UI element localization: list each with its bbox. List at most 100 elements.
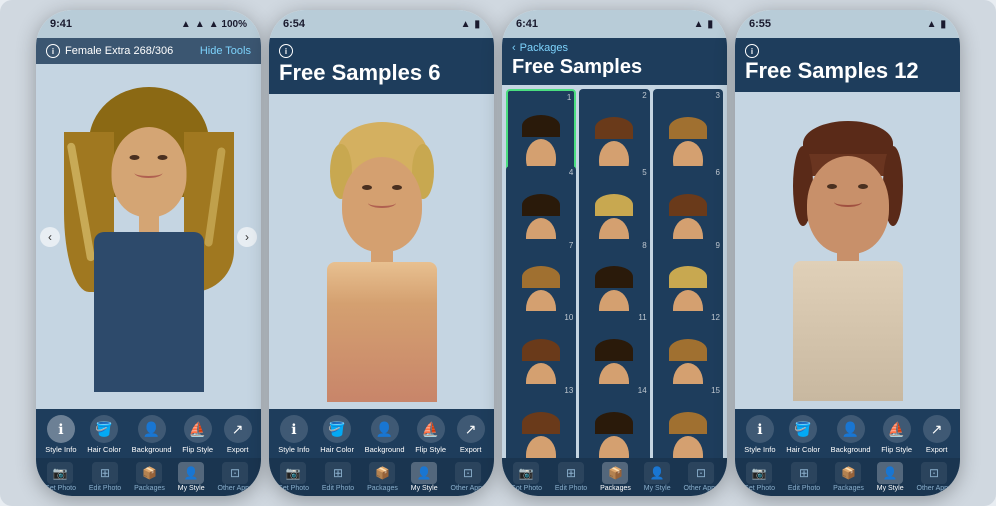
eye-right (157, 155, 167, 160)
bottom-editphoto-4[interactable]: ⊞ Edit Photo (788, 462, 820, 492)
bottom-mystyle-4[interactable]: 👤 My Style (877, 462, 904, 492)
eyes-s4 (807, 184, 889, 189)
eye-left-s2 (362, 185, 372, 190)
status-icons-1: ▲ ▲ ▲ 100% (181, 19, 247, 30)
bottom-mystyle-3[interactable]: 👤 My Style (644, 462, 671, 492)
time-2: 6:54 (283, 18, 305, 30)
bottom-getphoto-4[interactable]: 📷 Get Photo (743, 462, 775, 492)
toolbar-btn-haircolor-2[interactable]: 🪣 Hair Color (320, 415, 354, 454)
eyes-s1 (111, 155, 186, 160)
hide-tools-btn[interactable]: Hide Tools (200, 45, 251, 57)
bottom-bar-2: 📷 Get Photo ⊞ Edit Photo 📦 Packages 👤 My… (269, 458, 494, 496)
thumb-num-2: 2 (642, 91, 646, 100)
bottom-otherapps-3[interactable]: ⊡ Other Apps (684, 462, 719, 492)
toolbar-btn-haircolor[interactable]: 🪣 Hair Color (87, 415, 121, 454)
thumb-num-13: 13 (564, 386, 573, 395)
info-icon-4[interactable]: i (745, 44, 759, 58)
thumb-num-1: 1 (567, 93, 571, 102)
flipstyle-label-2: Flip Style (415, 445, 446, 454)
toolbar-btn-background-2[interactable]: 👤 Background (365, 415, 405, 454)
thumb-face-14 (589, 412, 639, 458)
eye-right-s4 (858, 184, 868, 189)
toolbar-1: ℹ Style Info 🪣 Hair Color 👤 Background ⛵… (36, 409, 261, 458)
bottom-getphoto-3[interactable]: 📷 Got Photo (510, 462, 542, 492)
info-icon-2[interactable]: i (279, 44, 293, 58)
toolbar-btn-styleinfo-4[interactable]: ℹ Style Info (744, 415, 775, 454)
bottom-editphoto-1[interactable]: ⊞ Edit Photo (89, 462, 121, 492)
bottom-packages-4[interactable]: 📦 Packages (833, 462, 864, 492)
tf-hair-6 (669, 194, 707, 216)
back-label[interactable]: Packages (520, 42, 568, 54)
tf-hair-13 (522, 412, 560, 434)
otherapps-icon-4: ⊡ (921, 462, 947, 484)
bottom-packages-1[interactable]: 📦 Packages (134, 462, 165, 492)
bottom-editphoto-3[interactable]: ⊞ Edit Photo (555, 462, 587, 492)
packages-icon-2: 📦 (369, 462, 395, 484)
bottom-mystyle-1[interactable]: 👤 My Style (178, 462, 205, 492)
toolbar-btn-styleinfo[interactable]: ℹ Style Info (45, 415, 76, 454)
packages-label-3: Packages (600, 485, 631, 492)
signal-icon: ▲ (181, 19, 191, 30)
toolbar-2: ℹ Style Info 🪣 Hair Color 👤 Background ⛵… (269, 409, 494, 458)
style-thumb-14[interactable]: 14 (579, 384, 649, 458)
haircolor-icon: 🪣 (90, 415, 118, 443)
info-icon-1[interactable]: i (46, 44, 60, 58)
thumb-num-5: 5 (642, 168, 646, 177)
time-1: 9:41 (50, 18, 72, 30)
bottom-otherapps-2[interactable]: ⊡ Other Apps (451, 462, 486, 492)
editphoto-icon-3: ⊞ (558, 462, 584, 484)
toolbar-btn-background-4[interactable]: 👤 Background (831, 415, 871, 454)
header-2: i Free Samples 6 (269, 38, 494, 94)
tf-hair-2 (595, 117, 633, 139)
toolbar-btn-flipstyle-2[interactable]: ⛵ Flip Style (415, 415, 446, 454)
tf-hair-8 (595, 266, 633, 288)
toolbar-btn-export-4[interactable]: ↗ Export (923, 415, 951, 454)
mystyle-label-4: My Style (877, 485, 904, 492)
packages-icon-3: 📦 (602, 462, 628, 484)
getphoto-icon-2: 📷 (280, 462, 306, 484)
bottom-getphoto-1[interactable]: 📷 Get Photo (44, 462, 76, 492)
body-s4 (793, 261, 903, 401)
export-icon: ↗ (224, 415, 252, 443)
toolbar-btn-export[interactable]: ↗ Export (224, 415, 252, 454)
toolbar-btn-background[interactable]: 👤 Background (132, 415, 172, 454)
thumb-num-6: 6 (716, 168, 720, 177)
toolbar-btn-haircolor-4[interactable]: 🪣 Hair Color (786, 415, 820, 454)
getphoto-label: Get Photo (44, 485, 76, 492)
thumb-num-15: 15 (711, 386, 720, 395)
bottom-editphoto-2[interactable]: ⊞ Edit Photo (322, 462, 354, 492)
bottom-mystyle-2[interactable]: 👤 My Style (411, 462, 438, 492)
thumb-num-3: 3 (716, 91, 720, 100)
getphoto-icon-4: 📷 (746, 462, 772, 484)
tf-face-15 (673, 436, 703, 458)
battery-icon: ▲ 100% (209, 19, 247, 30)
style-thumb-13[interactable]: 13 (506, 384, 576, 458)
main-area-1: ‹ › (36, 64, 261, 409)
phone-1: 9:41 ▲ ▲ ▲ 100% i Female Extra 268/306 H… (36, 10, 261, 496)
styleinfo-icon: ℹ (47, 415, 75, 443)
bottom-packages-3[interactable]: 📦 Packages (600, 462, 631, 492)
bottom-packages-2[interactable]: 📦 Packages (367, 462, 398, 492)
bottom-getphoto-2[interactable]: 📷 Get Photo (277, 462, 309, 492)
wifi-icon-3: ▲ (694, 19, 704, 30)
battery-icon-4: ▮ (940, 19, 946, 30)
toolbar-btn-styleinfo-2[interactable]: ℹ Style Info (278, 415, 309, 454)
editphoto-label-4: Edit Photo (788, 485, 820, 492)
screen-title-4: Free Samples 12 (745, 58, 950, 84)
tf-hair-15 (669, 412, 707, 434)
body-s2 (327, 262, 437, 402)
nav-arrow-right[interactable]: › (237, 227, 257, 247)
bottom-otherapps-1[interactable]: ⊡ Other Apps (218, 462, 253, 492)
toolbar-btn-flipstyle[interactable]: ⛵ Flip Style (182, 415, 213, 454)
nav-arrow-left[interactable]: ‹ (40, 227, 60, 247)
style-thumb-15[interactable]: 15 (653, 384, 723, 458)
haircolor-icon-4: 🪣 (789, 415, 817, 443)
thumb-num-11: 11 (638, 313, 646, 322)
bottom-otherapps-4[interactable]: ⊡ Other Apps (917, 462, 952, 492)
nav-bar-1: i Female Extra 268/306 Hide Tools (36, 38, 261, 64)
toolbar-btn-export-2[interactable]: ↗ Export (457, 415, 485, 454)
toolbar-btn-flipstyle-4[interactable]: ⛵ Flip Style (881, 415, 912, 454)
screen-3: ‹ Packages Free Samples 1234567891011121… (502, 38, 727, 496)
header-4: i Free Samples 12 (735, 38, 960, 92)
mouth-s1 (135, 168, 163, 178)
